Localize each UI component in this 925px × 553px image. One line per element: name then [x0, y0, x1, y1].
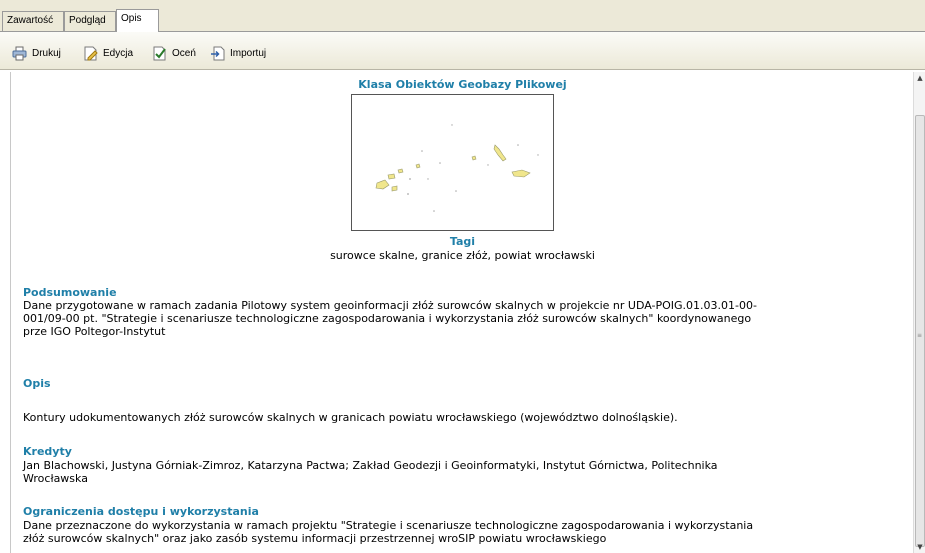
summary-heading: Podsumowanie	[23, 286, 117, 299]
description-pane: Klasa Obiektów Geobazy Plikowej Tagi sur…	[10, 72, 913, 553]
vertical-scrollbar[interactable]: ▲ ≡ ▼	[913, 72, 925, 553]
tab-preview[interactable]: Podgląd	[64, 11, 116, 31]
credits-heading: Kredyty	[23, 445, 72, 458]
item-type-title: Klasa Obiektów Geobazy Plikowej	[358, 78, 567, 91]
summary-line: 001/09-00 pt. "Strategie i scenariusze t…	[23, 312, 752, 325]
rate-button[interactable]: Oceń	[152, 45, 196, 61]
print-label: Drukuj	[32, 47, 61, 59]
credits-line: Jan Blachowski, Justyna Górniak-Zimroz, …	[23, 459, 718, 472]
restrictions-line: Dane przeznaczone do wykorzystania w ram…	[23, 519, 754, 532]
summary-text: Dane przygotowane w ramach zadania Pilot…	[23, 299, 893, 338]
description-text: Kontury udokumentowanych złóż surowców s…	[23, 411, 678, 424]
import-button[interactable]: Importuj	[210, 45, 266, 61]
credits-text: Jan Blachowski, Justyna Górniak-Zimroz, …	[23, 459, 893, 485]
edit-label: Edycja	[103, 47, 134, 59]
scroll-up-icon[interactable]: ▲	[914, 72, 925, 84]
scrollbar-thumb[interactable]: ≡	[915, 115, 925, 547]
printer-icon	[12, 46, 27, 61]
credits-line: Wrocławska	[23, 472, 88, 485]
import-label: Importuj	[230, 47, 267, 59]
edit-button[interactable]: Edycja	[83, 45, 133, 61]
map-thumbnail	[351, 94, 554, 231]
tab-bar: Zawartość Podgląd Opis	[0, 0, 925, 32]
rate-label: Oceń	[172, 47, 196, 59]
tab-contents[interactable]: Zawartość	[2, 11, 64, 31]
summary-line: Dane przygotowane w ramach zadania Pilot…	[23, 299, 757, 312]
tags-heading: Tagi	[449, 235, 476, 248]
restrictions-heading: Ograniczenia dostępu i wykorzystania	[23, 505, 259, 518]
tags-value: surowce skalne, granice złóż, powiat wro…	[330, 249, 595, 262]
edit-icon	[83, 46, 98, 61]
summary-line: prze IGO Poltegor-Instytut	[23, 325, 166, 338]
grip-icon: ≡	[917, 332, 923, 339]
scroll-down-icon[interactable]: ▼	[914, 541, 925, 553]
map-thumbnail-graphic	[375, 124, 539, 212]
description-heading: Opis	[23, 377, 51, 390]
restrictions-text: Dane przeznaczone do wykorzystania w ram…	[23, 519, 893, 545]
tab-description[interactable]: Opis	[116, 9, 159, 32]
toolbar: Drukuj Edycja Oceń Importuj	[0, 32, 925, 70]
import-icon	[210, 46, 225, 61]
rate-icon	[152, 46, 167, 61]
restrictions-line: złóż surowców skalnych" oraz jako zasób …	[23, 532, 607, 545]
print-button[interactable]: Drukuj	[12, 45, 61, 61]
